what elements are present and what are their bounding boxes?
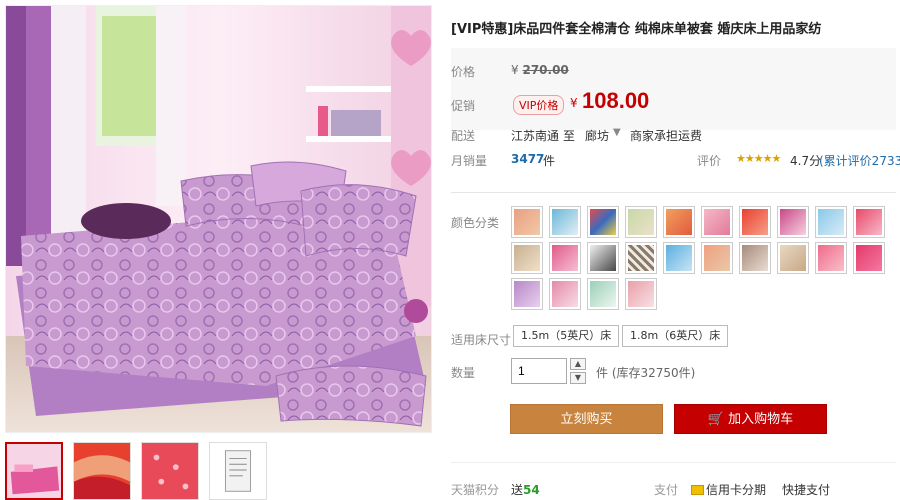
size-option-1-8m[interactable]: 1.8m（6英尺）床 xyxy=(622,325,729,347)
vip-badge: VIP价格 xyxy=(513,95,565,115)
promo-price: 108.00 xyxy=(582,88,650,113)
currency-symbol: ¥ xyxy=(511,63,519,77)
add-to-cart-label: 加入购物车 xyxy=(728,412,794,427)
color-swatch[interactable] xyxy=(663,242,695,274)
credit-card-icon xyxy=(691,485,704,495)
color-swatch[interactable] xyxy=(663,206,695,238)
product-title: [VIP特惠]床品四件套全棉清仓 纯棉床单被套 婚庆床上用品家纺 xyxy=(451,22,822,37)
cart-icon: 🛒 xyxy=(707,412,725,427)
size-option-1-5m[interactable]: 1.5m（5英尺）床 xyxy=(513,325,620,347)
original-price: ¥ 270.00 xyxy=(511,63,569,77)
color-swatch[interactable] xyxy=(587,278,619,310)
color-swatch[interactable] xyxy=(587,206,619,238)
thumbnail-1[interactable] xyxy=(5,442,63,500)
points-amount: 54 xyxy=(523,483,540,497)
divider xyxy=(451,462,896,463)
monthly-sales-count: 3477 xyxy=(511,152,545,166)
points-value: 送54 xyxy=(511,481,540,498)
color-swatch[interactable] xyxy=(815,206,847,238)
shipping-note: 商家承担运费 xyxy=(630,129,703,143)
color-swatch[interactable] xyxy=(549,206,581,238)
thumbnail-2[interactable] xyxy=(73,442,131,500)
shipping-label: 配送 xyxy=(451,129,476,143)
ship-from: 江苏南通 xyxy=(511,129,560,143)
buy-now-button[interactable]: 立刻购买 xyxy=(510,404,663,434)
quantity-input[interactable] xyxy=(511,358,567,384)
promo-currency-symbol: ¥ xyxy=(570,96,578,110)
monthly-sales-unit: 件 xyxy=(543,154,556,168)
color-swatch[interactable] xyxy=(739,206,771,238)
color-swatch[interactable] xyxy=(549,242,581,274)
destination-selector[interactable]: 廊坊 xyxy=(585,127,609,144)
thumbnail-4[interactable] xyxy=(209,442,267,500)
price-area: 价格 ¥ 270.00 促销 VIP价格 ¥ 108.00 xyxy=(451,48,896,130)
color-swatch[interactable] xyxy=(701,242,733,274)
color-swatch[interactable] xyxy=(549,278,581,310)
review-count-link[interactable]: (累计评价2733) xyxy=(819,152,900,169)
bed-size-label: 适用床尺寸 xyxy=(451,333,512,347)
quantity-increase-button[interactable]: ▲ xyxy=(570,358,586,370)
points-prefix: 送 xyxy=(511,483,524,497)
color-swatch-grid xyxy=(511,206,891,310)
color-swatch[interactable] xyxy=(625,278,657,310)
payment-label: 支付 xyxy=(654,483,679,497)
color-swatch[interactable] xyxy=(625,242,657,274)
color-swatch[interactable] xyxy=(511,206,543,238)
color-swatch[interactable] xyxy=(511,242,543,274)
chevron-down-icon[interactable]: ▼ xyxy=(613,127,621,138)
quantity-decrease-button[interactable]: ▼ xyxy=(570,372,586,384)
ship-to-word: 至 xyxy=(563,129,576,143)
price-label: 价格 xyxy=(451,65,476,79)
quick-pay[interactable]: 快捷支付 xyxy=(782,481,830,498)
product-info-panel: [VIP特惠]床品四件套全棉清仓 纯棉床单被套 婚庆床上用品家纺 价格 ¥ 27… xyxy=(451,0,900,500)
points-label: 天猫积分 xyxy=(451,483,500,497)
star-rating-icon: ★★★★★ xyxy=(736,152,781,165)
color-label: 颜色分类 xyxy=(451,216,500,230)
thumbnail-3[interactable] xyxy=(141,442,199,500)
color-swatch[interactable] xyxy=(625,206,657,238)
color-swatch[interactable] xyxy=(815,242,847,274)
thumbnail-strip xyxy=(5,442,267,500)
original-price-value: 270.00 xyxy=(522,63,569,77)
rating-score: 4.7分 xyxy=(790,154,822,168)
monthly-sales-label: 月销量 xyxy=(451,154,488,168)
color-swatch[interactable] xyxy=(739,242,771,274)
promo-label: 促销 xyxy=(451,99,476,113)
quantity-label: 数量 xyxy=(451,366,476,380)
color-swatch[interactable] xyxy=(777,206,809,238)
color-swatch[interactable] xyxy=(777,242,809,274)
color-swatch[interactable] xyxy=(587,242,619,274)
main-product-image[interactable] xyxy=(5,5,432,433)
credit-installment-label: 信用卡分期 xyxy=(706,483,767,497)
add-to-cart-button[interactable]: 🛒 加入购物车 xyxy=(674,404,827,434)
color-swatch[interactable] xyxy=(853,206,885,238)
color-swatch[interactable] xyxy=(853,242,885,274)
rating-label: 评价 xyxy=(697,154,722,168)
divider xyxy=(451,192,896,193)
credit-installment[interactable]: 信用卡分期 xyxy=(691,481,766,498)
color-swatch[interactable] xyxy=(701,206,733,238)
stock-text: 件 (库存32750件) xyxy=(596,366,696,380)
color-swatch[interactable] xyxy=(511,278,543,310)
